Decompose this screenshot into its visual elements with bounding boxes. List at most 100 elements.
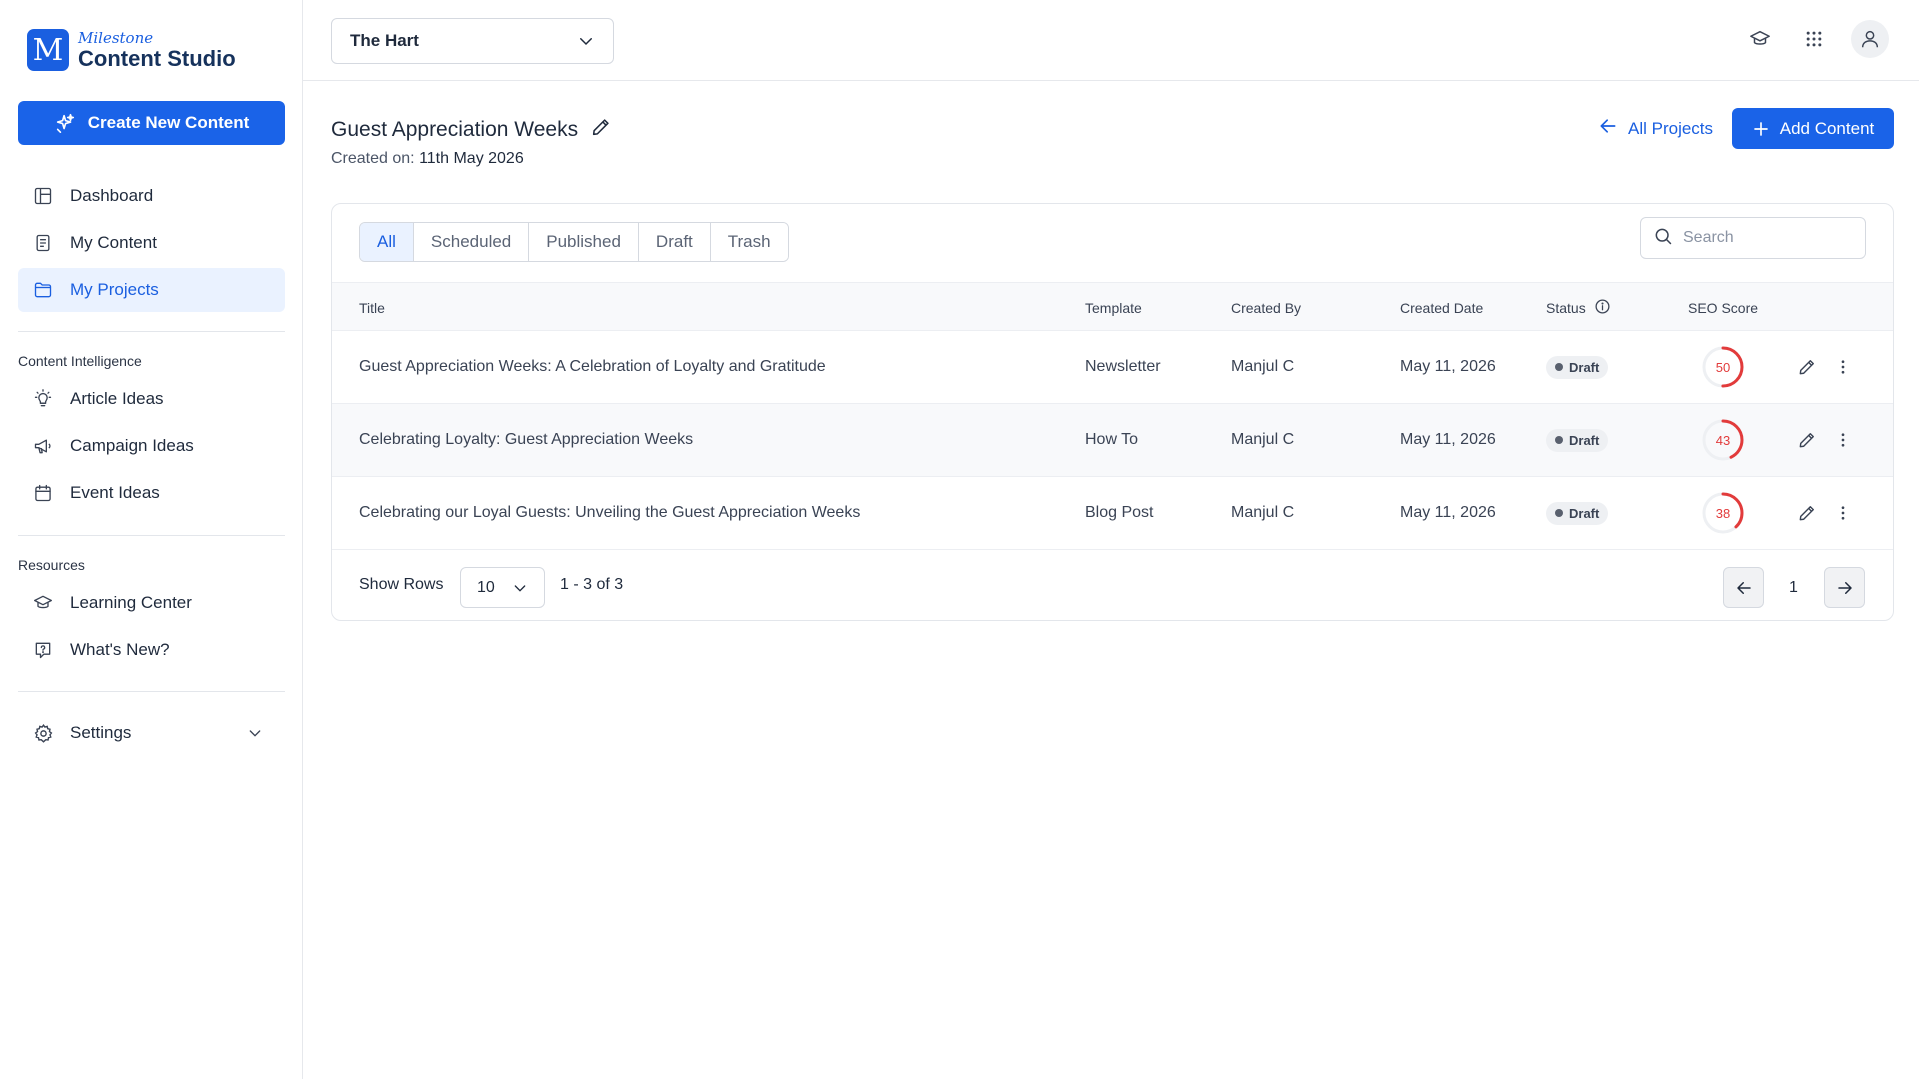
status-label: Draft: [1569, 432, 1600, 448]
status-cell: Draft: [1546, 331, 1609, 403]
sidebar-item-article-ideas[interactable]: Article Ideas: [18, 377, 285, 421]
megaphone-icon: [32, 435, 54, 457]
seo-score-value: 50: [1715, 359, 1731, 375]
section-title-resources: Resources: [18, 557, 85, 573]
sidebar-item-whats-new[interactable]: What's New?: [18, 628, 285, 672]
edit-icon[interactable]: [1792, 498, 1822, 528]
row-created-date: May 11, 2026: [1400, 358, 1496, 375]
sidebar-divider: [18, 331, 285, 332]
header-status: Status: [1546, 283, 1611, 332]
tab-trash[interactable]: Trash: [710, 223, 788, 261]
folder-icon: [32, 279, 54, 301]
content-table-card: All Scheduled Published Draft Trash Titl…: [331, 203, 1894, 621]
more-cell: [1828, 331, 1858, 403]
edit-title-icon[interactable]: [590, 116, 612, 144]
tab-published[interactable]: Published: [529, 223, 639, 261]
prev-page-button[interactable]: [1723, 567, 1764, 608]
seo-cell: 43: [1702, 404, 1744, 476]
header-template: Template: [1085, 299, 1142, 316]
sidebar-item-campaign-ideas[interactable]: Campaign Ideas: [18, 424, 285, 468]
arrow-left-icon: [1598, 116, 1618, 141]
sidebar-item-my-content[interactable]: My Content: [18, 221, 285, 265]
create-new-content-label: Create New Content: [87, 113, 250, 132]
edit-cell: [1792, 331, 1822, 403]
project-select[interactable]: The Hart: [331, 18, 614, 64]
status-tabs: All Scheduled Published Draft Trash: [359, 222, 789, 262]
created-on: Created on: 11th May 2026: [331, 150, 524, 168]
edit-icon[interactable]: [1792, 352, 1822, 382]
header-seo-score: SEO Score: [1688, 299, 1759, 316]
chevron-down-icon[interactable]: [247, 725, 263, 741]
more-vertical-icon[interactable]: [1828, 425, 1858, 455]
chevron-down-icon: [577, 32, 595, 50]
row-title[interactable]: Celebrating Loyalty: Guest Appreciation …: [359, 404, 693, 476]
sidebar-item-label: Campaign Ideas: [70, 436, 194, 455]
all-projects-label: All Projects: [1628, 118, 1714, 138]
document-icon: [32, 232, 54, 254]
header-created-by: Created By: [1231, 299, 1302, 316]
sidebar-divider: [18, 535, 285, 536]
seo-cell: 50: [1702, 331, 1744, 403]
tab-scheduled[interactable]: Scheduled: [413, 223, 530, 261]
table-row[interactable]: Guest Appreciation Weeks: A Celebration …: [332, 331, 1893, 404]
row-template: Blog Post: [1085, 504, 1154, 521]
sidebar-item-dashboard[interactable]: Dashboard: [18, 174, 285, 218]
row-created-by: Manjul C: [1231, 358, 1295, 375]
gear-icon: [32, 722, 54, 744]
search-input[interactable]: [1683, 229, 1843, 247]
sidebar-item-event-ideas[interactable]: Event Ideas: [18, 471, 285, 515]
more-cell: [1828, 477, 1858, 549]
rows-per-page-select[interactable]: 10: [460, 567, 545, 608]
edit-icon[interactable]: [1792, 425, 1822, 455]
sidebar: M Milestone Content Studio Create New Co…: [0, 0, 303, 1079]
brand-mark: M: [27, 29, 69, 71]
status-label: Draft: [1569, 359, 1600, 375]
app-root: M Milestone Content Studio Create New Co…: [0, 0, 1919, 1079]
created-value: 11th May 2026: [419, 150, 524, 167]
sidebar-item-label: Event Ideas: [70, 483, 160, 502]
tab-draft[interactable]: Draft: [638, 223, 711, 261]
info-icon[interactable]: [1594, 298, 1611, 318]
created-label: Created on:: [331, 150, 415, 167]
section-title-content-intelligence: Content Intelligence: [18, 353, 142, 369]
table-row[interactable]: Celebrating our Loyal Guests: Unveiling …: [332, 477, 1893, 550]
learning-center-icon[interactable]: [1743, 22, 1777, 56]
row-title[interactable]: Guest Appreciation Weeks: A Celebration …: [359, 331, 826, 403]
plus-icon: [1753, 121, 1768, 136]
sidebar-item-settings[interactable]: Settings: [18, 711, 285, 755]
brand-name: Content Studio: [78, 45, 236, 71]
sidebar-item-learning-center[interactable]: Learning Center: [18, 581, 285, 625]
next-page-button[interactable]: [1824, 567, 1865, 608]
status-cell: Draft: [1546, 477, 1609, 549]
sidebar-item-label: Settings: [70, 723, 132, 742]
user-avatar-icon[interactable]: [1851, 20, 1889, 58]
edit-cell: [1792, 404, 1822, 476]
row-created-date: May 11, 2026: [1400, 504, 1496, 521]
more-vertical-icon[interactable]: [1828, 498, 1858, 528]
current-page[interactable]: 1: [1773, 567, 1814, 608]
project-title: Guest Appreciation Weeks: [331, 118, 579, 141]
row-title[interactable]: Celebrating our Loyal Guests: Unveiling …: [359, 477, 860, 549]
search-box: [1640, 217, 1866, 259]
tab-all[interactable]: All: [360, 223, 414, 261]
create-new-content-button[interactable]: Create New Content: [18, 101, 285, 145]
seo-score-ring: 50: [1702, 346, 1744, 388]
seo-score-value: 43: [1715, 432, 1731, 448]
sidebar-item-label: Learning Center: [70, 593, 192, 612]
search-icon: [1653, 226, 1673, 251]
status-badge: Draft: [1546, 501, 1609, 525]
row-created-date: May 11, 2026: [1400, 431, 1496, 448]
brand-logo[interactable]: M Milestone Content Studio: [27, 29, 236, 71]
more-vertical-icon[interactable]: [1828, 352, 1858, 382]
top-icons: [1743, 20, 1889, 58]
seo-score-ring: 38: [1702, 492, 1744, 534]
all-projects-link[interactable]: All Projects: [1598, 116, 1713, 141]
seo-cell: 38: [1702, 477, 1744, 549]
apps-grid-icon[interactable]: [1797, 22, 1831, 56]
sidebar-item-my-projects[interactable]: My Projects: [18, 268, 285, 312]
status-label: Draft: [1569, 505, 1600, 521]
dashboard-icon: [32, 185, 54, 207]
table-row[interactable]: Celebrating Loyalty: Guest Appreciation …: [332, 404, 1893, 477]
add-content-button[interactable]: Add Content: [1732, 108, 1894, 149]
edit-cell: [1792, 477, 1822, 549]
